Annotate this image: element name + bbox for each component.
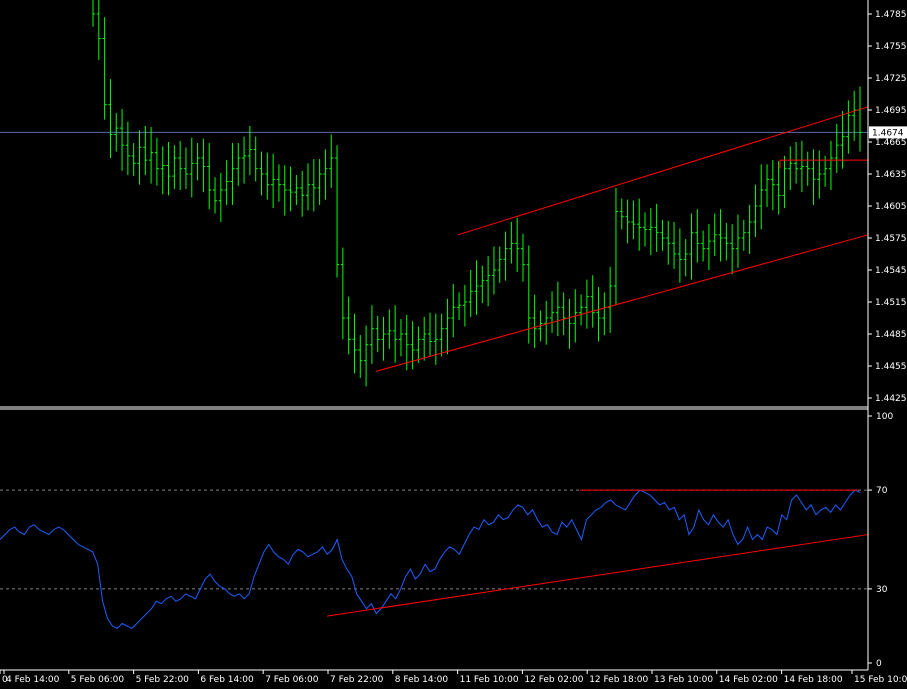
price-tick-label: 1.4635 [875,170,907,180]
time-tick-label: 7 Feb 22:00 [330,675,384,685]
current-price-label: 1.4674 [872,128,904,138]
rsi-line [0,489,861,630]
time-tick-label: 12 Feb 18:00 [589,675,648,685]
time-tick-label: 4 Feb 14:00 [6,675,60,685]
time-tick-label: 15 Feb 10:00 [854,675,907,685]
price-panel[interactable] [0,0,869,387]
price-tick-label: 1.4515 [875,298,907,308]
price-tick-label: 1.4755 [875,42,907,52]
time-tick-label: 12 Feb 02:00 [524,675,583,685]
time-tick-label: 8 Feb 14:00 [395,675,449,685]
price-tick-label: 1.4695 [875,106,907,116]
price-tick-label: 1.4665 [875,138,907,148]
price-tick-label: 1.4725 [875,74,907,84]
price-tick-label: 1.4605 [875,202,907,212]
price-tick-label: 1.4575 [875,234,907,244]
time-tick-label: 11 Feb 10:00 [460,675,519,685]
price-tick-label: 1.4485 [875,330,907,340]
time-tick-label: 5 Feb 22:00 [136,675,190,685]
time-tick-label: 6 Feb 14:00 [200,675,254,685]
rsi-tick-label: 0 [876,659,882,669]
time-tick-label: 13 Feb 10:00 [654,675,713,685]
channel-upper-trendline[interactable] [457,106,869,236]
rsi-support-trendline[interactable] [326,534,869,617]
time-tick-label: 5 Feb 06:00 [71,675,125,685]
price-tick-label: 1.4455 [875,362,907,372]
trading-chart[interactable]: 1.4785 1.4755 1.4725 1.4695 1.4665 1.4635 1.46… [0,0,907,689]
price-tick-label: 1.4425 [875,394,907,404]
rsi-tick-label: 100 [876,412,893,422]
price-tick-label: 1.4785 [875,10,907,20]
rsi-tick-label: 70 [876,486,888,496]
rsi-panel[interactable] [0,489,869,630]
time-tick-label: 14 Feb 18:00 [784,675,843,685]
rsi-tick-label: 30 [876,585,888,595]
channel-lower-trendline[interactable] [375,234,869,372]
time-tick-label: 14 Feb 02:00 [719,675,778,685]
price-tick-label: 1.4545 [875,266,907,276]
axes: 1.4785 1.4755 1.4725 1.4695 1.4665 1.4635 1.46… [0,0,907,685]
time-tick-label: 7 Feb 06:00 [265,675,319,685]
